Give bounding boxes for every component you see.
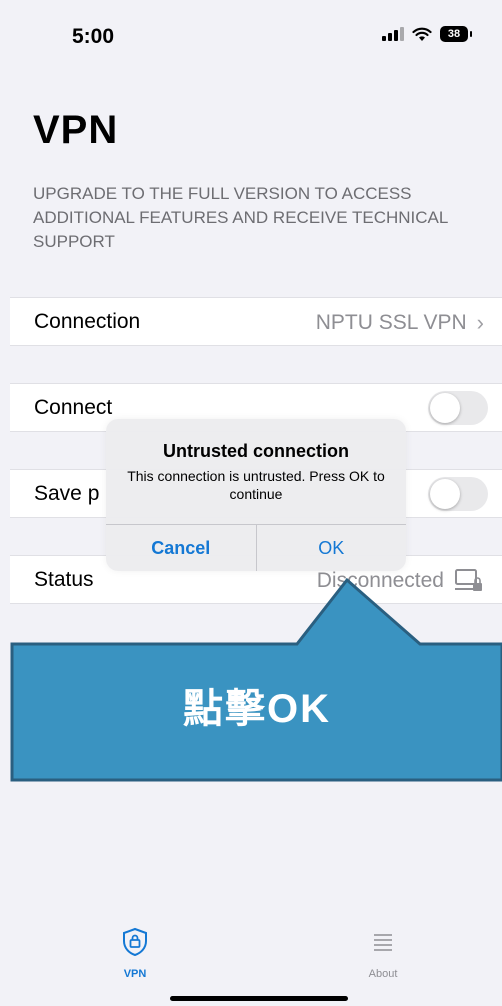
connect-label: Connect [34,396,113,419]
page-title: VPN [33,108,119,152]
battery-icon: 38 [440,26,472,42]
tab-bar: VPN About [0,905,502,1006]
connect-toggle[interactable] [428,391,488,425]
callout-text: 點擊OK [183,687,331,731]
wifi-icon [412,27,432,41]
connection-label: Connection [34,310,141,333]
save-label: Save p [34,482,100,505]
tab-vpn-label: VPN [123,968,147,980]
status-label: Status [34,568,94,591]
connection-value-wrap: NPTU SSL VPN › [316,310,484,336]
chevron-right-icon: › [476,310,484,335]
list-icon [374,934,392,951]
toggle-knob [430,393,460,423]
status-icons: 38 [382,26,472,42]
untrusted-connection-dialog: Untrusted connection This connection is … [106,419,406,571]
signal-icon [382,27,404,41]
tab-vpn[interactable]: VPN [95,927,175,980]
status-value: Disconnected [316,569,444,592]
computer-lock-icon [455,569,482,591]
tab-about-label: About [368,968,398,980]
status-time: 5:00 [72,25,115,48]
upgrade-notice[interactable]: UPGRADE TO THE FULL VERSION TO ACCESS AD… [33,182,473,254]
ok-button[interactable]: OK [257,525,407,571]
status-bar: 5:00 38 [0,0,502,70]
tab-about[interactable]: About [343,927,423,980]
status-value-wrap: Disconnected [317,568,484,594]
dialog-buttons: Cancel OK [106,524,406,571]
connection-value: NPTU SSL VPN [315,311,467,334]
dialog-title: Untrusted connection [162,441,349,461]
shield-lock-icon [123,927,147,957]
cancel-button[interactable]: Cancel [106,525,257,571]
toggle-knob [430,479,460,509]
dialog-message: This connection is untrusted. Press OK t… [127,468,385,502]
save-toggle[interactable] [428,477,488,511]
connection-row[interactable]: Connection NPTU SSL VPN › [10,297,502,346]
home-indicator [170,996,348,1001]
